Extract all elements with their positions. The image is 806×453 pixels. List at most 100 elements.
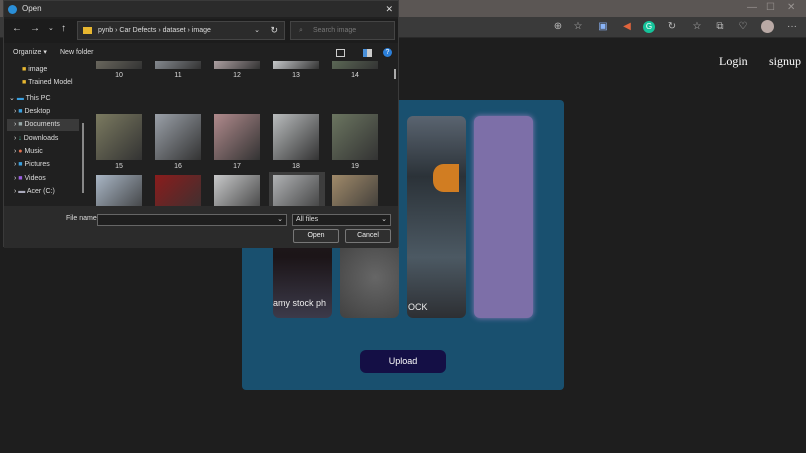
folder-icon: ■	[22, 79, 27, 86]
file-grid: 101112131415161718192021222324	[90, 61, 390, 206]
organize-button[interactable]: Organize ▾	[13, 45, 47, 61]
file-name[interactable]: 16	[149, 163, 207, 170]
file-thumbnail[interactable]	[332, 61, 378, 69]
documents-icon: ■	[18, 121, 23, 128]
zoom-icon[interactable]: ⊕	[552, 21, 564, 33]
file-thumbnail[interactable]	[214, 61, 260, 69]
file-thumbnail[interactable]	[273, 114, 319, 160]
file-thumbnail[interactable]	[332, 114, 378, 160]
breadcrumb-pynb[interactable]: pynb	[98, 27, 113, 34]
refresh-icon[interactable]: ↻	[270, 22, 278, 39]
breadcrumb-dataset[interactable]: dataset	[163, 27, 186, 34]
search-input[interactable]: ⌕ Search image	[290, 21, 395, 40]
file-thumbnail[interactable]	[273, 61, 319, 69]
favorite-add-icon[interactable]: ☆	[572, 21, 584, 33]
login-link[interactable]: Login	[719, 54, 748, 69]
signup-link[interactable]: signup	[769, 54, 801, 69]
upload-button[interactable]: Upload	[360, 350, 446, 373]
file-name[interactable]: 19	[326, 163, 384, 170]
maximize-button[interactable]: ☐	[766, 2, 775, 13]
file-thumbnail[interactable]	[96, 61, 142, 69]
sidebar-item-this-pc[interactable]: ⌄ ▬ This PC	[9, 93, 51, 105]
chevron-down-icon[interactable]: ⌄	[381, 215, 387, 225]
recent-locations-icon[interactable]: ⌄	[48, 24, 54, 32]
grammarly-icon[interactable]: G	[643, 21, 655, 33]
extension-icon-2[interactable]: ◀	[621, 21, 633, 33]
image-placeholder-card	[474, 116, 533, 318]
file-name[interactable]: 15	[90, 163, 148, 170]
cancel-button[interactable]: Cancel	[345, 229, 391, 243]
favorites-icon[interactable]: ☆	[691, 21, 703, 33]
browser-essentials-icon[interactable]: ♡	[737, 21, 749, 33]
desktop-icon: ■	[18, 108, 23, 115]
sidebar-item-videos[interactable]: › ■ Videos	[14, 173, 46, 185]
file-name[interactable]: 10	[90, 72, 148, 79]
sidebar-item-pictures[interactable]: › ■ Pictures	[14, 159, 50, 171]
sidebar-item-music[interactable]: › ● Music	[14, 146, 43, 158]
chevron-down-icon[interactable]: ⌄	[254, 22, 260, 39]
navigation-pane: ■ image ■ Trained Model ⌄ ▬ This PC › ■ …	[4, 61, 86, 206]
card-caption: amy stock ph	[273, 298, 327, 308]
file-grid-scrollbar[interactable]	[394, 69, 396, 79]
collections-icon[interactable]: ⧉	[714, 21, 726, 33]
profile-avatar[interactable]	[761, 20, 774, 33]
pictures-icon: ■	[18, 161, 23, 168]
open-button[interactable]: Open	[293, 229, 339, 243]
file-name[interactable]: 14	[326, 72, 384, 79]
file-thumbnail[interactable]	[214, 175, 260, 206]
sidebar-scrollbar[interactable]	[82, 123, 84, 193]
file-thumbnail[interactable]	[214, 114, 260, 160]
downloads-icon: ↓	[18, 135, 22, 142]
up-icon[interactable]: ↑	[61, 23, 66, 34]
videos-icon: ■	[18, 175, 23, 182]
file-name[interactable]: 11	[149, 72, 207, 79]
file-thumbnail[interactable]	[155, 175, 201, 206]
file-name-label: File name:	[66, 215, 99, 222]
file-thumbnail[interactable]	[96, 114, 142, 160]
file-thumbnail[interactable]	[155, 114, 201, 160]
view-options-icon[interactable]	[336, 49, 345, 57]
forward-icon[interactable]: →	[30, 23, 40, 34]
folder-icon: ■	[22, 66, 27, 73]
breadcrumb-car-defects[interactable]: Car Defects	[119, 27, 156, 34]
file-thumbnail[interactable]	[155, 61, 201, 69]
sidebar-item-desktop[interactable]: › ■ Desktop	[14, 106, 50, 118]
extension-icon[interactable]: ▣	[597, 21, 609, 33]
drive-icon: ▬	[18, 188, 26, 195]
minimize-button[interactable]: —	[747, 2, 757, 13]
music-icon: ●	[18, 148, 23, 155]
file-name[interactable]: 18	[267, 163, 325, 170]
help-icon[interactable]: ?	[383, 48, 392, 57]
address-bar[interactable]: pynb › Car Defects › dataset › image ⌄ ↻	[77, 21, 285, 40]
refresh-extension-icon[interactable]: ↻	[666, 21, 678, 33]
breadcrumb-image[interactable]: image	[192, 27, 211, 34]
search-placeholder: Search image	[313, 27, 357, 34]
new-folder-button[interactable]: New folder	[60, 45, 93, 61]
back-icon[interactable]: ←	[12, 23, 22, 34]
dialog-close-button[interactable]: ✕	[385, 1, 393, 17]
file-thumbnail[interactable]	[96, 175, 142, 206]
card-caption: OCK	[408, 302, 428, 312]
preview-pane-icon[interactable]	[363, 49, 372, 57]
pc-icon: ▬	[16, 95, 24, 102]
sidebar-item-acer-c[interactable]: › ▬ Acer (C:)	[14, 186, 55, 198]
sidebar-item-image[interactable]: ■ image	[22, 64, 47, 76]
file-thumbnail[interactable]	[273, 175, 319, 206]
chevron-down-icon[interactable]: ⌄	[277, 215, 283, 225]
file-thumbnail[interactable]	[332, 175, 378, 206]
edge-logo-icon	[8, 5, 17, 14]
sidebar-item-documents[interactable]: › ■ Documents	[7, 119, 79, 131]
file-name-input[interactable]: ⌄	[97, 214, 287, 226]
sidebar-item-trained-model[interactable]: ■ Trained Model	[22, 77, 73, 89]
dialog-footer: File name: ⌄ All files ⌄ Open Cancel	[4, 206, 398, 248]
file-type-select[interactable]: All files ⌄	[292, 214, 391, 226]
file-name[interactable]: 12	[208, 72, 266, 79]
file-name[interactable]: 17	[208, 163, 266, 170]
search-icon: ⌕	[299, 27, 303, 34]
dialog-command-bar: Organize ▾ New folder ?	[4, 45, 398, 61]
more-icon[interactable]: ···	[786, 21, 798, 33]
file-type-value: All files	[296, 216, 319, 223]
close-window-button[interactable]: ✕	[787, 2, 795, 13]
file-name[interactable]: 13	[267, 72, 325, 79]
sidebar-item-downloads[interactable]: › ↓ Downloads	[14, 133, 58, 145]
